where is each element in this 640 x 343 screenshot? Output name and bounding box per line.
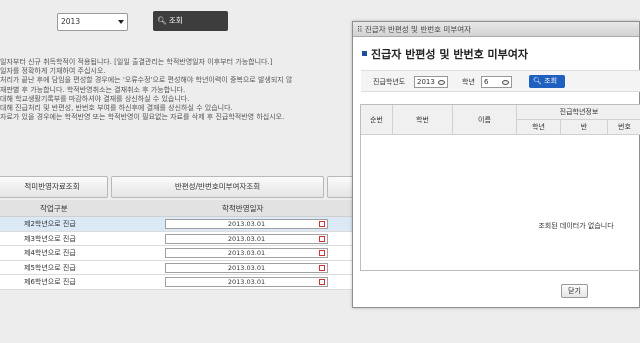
filter-bar: 진급학년도 2013 학년 6 🔍︎ 조회 [361, 70, 640, 92]
popup-window: ⠿ 진급자 반편성 및 반번호 미부여자 진급자 반편성 및 반번호 미부여자 … [352, 21, 640, 308]
column-header-student-id: 학번 [393, 105, 453, 135]
chevron-down-icon [502, 80, 509, 85]
grade-label: 학년 [462, 78, 475, 86]
search-button[interactable]: 🔍︎ 조회 [153, 11, 228, 31]
year-select-value: 2013 [61, 17, 81, 26]
year-select[interactable]: 2013 [414, 76, 448, 88]
year-select-value: 2013 [417, 78, 435, 86]
column-header: 작업구분 [40, 204, 68, 213]
row-label: 제6학년으로 진급 [24, 278, 76, 286]
grade-select-value: 6 [484, 78, 489, 86]
calendar-icon[interactable] [319, 279, 325, 285]
column-header-no: 순번 [361, 105, 393, 135]
notice-line: 대해 학교생활기록부를 마감하셔야 결재를 상신하실 수 있습니다. [0, 94, 190, 103]
column-header-grade: 학년 [517, 120, 561, 135]
calendar-icon[interactable] [319, 264, 325, 271]
tab-class-query[interactable]: 반편성/반번호미부여자조회 [111, 176, 324, 198]
table-header: 작업구분 학적반영일자 [0, 200, 352, 217]
grade-select[interactable]: 6 [481, 76, 512, 88]
table-row[interactable]: 제6학년으로 진급 2013.03.01 [0, 275, 352, 290]
grip-icon: ⠿ [357, 25, 365, 34]
date-value: 2013.03.01 [227, 263, 266, 272]
date-value: 2013.03.01 [227, 234, 266, 243]
row-label: 제2학년으로 진급 [24, 220, 76, 228]
popup-heading-text: 진급자 반편성 및 반번호 미부여자 [371, 48, 528, 61]
year-select[interactable]: 2013 [57, 13, 128, 31]
calendar-icon[interactable] [319, 235, 325, 242]
column-header-name: 이름 [453, 105, 517, 135]
popup-search-label: 조회 [544, 77, 558, 85]
calendar-icon[interactable] [319, 221, 325, 227]
year-label: 진급학년도 [373, 78, 406, 86]
column-header: 학적반영일자 [222, 204, 264, 213]
search-button-label: 조회 [168, 16, 183, 25]
popup-titlebar[interactable]: ⠿ 진급자 반편성 및 반번호 미부여자 [353, 22, 639, 37]
chevron-down-icon [118, 20, 124, 24]
popup-window-title: 진급자 반편성 및 반번호 미부여자 [364, 25, 472, 34]
popup-search-button[interactable]: 🔍︎ 조회 [529, 75, 565, 88]
date-value: 2013.03.01 [227, 249, 266, 257]
notice-text: 일자부터 신규 취득학적이 적용됩니다. [일일 출결관리는 학적반영일자 이후… [0, 58, 360, 122]
column-header-group: 진급학년정보 [517, 105, 640, 120]
date-input[interactable]: 2013.03.01 [165, 248, 328, 258]
notice-line: 재판별 후 가능합니다. 학적반영취소는 결재취소 후 가능합니다. [0, 85, 186, 94]
promotion-table: 작업구분 학적반영일자 제2학년으로 진급 2013.03.01 제3학년으로 … [0, 200, 352, 290]
calendar-icon[interactable] [319, 250, 325, 256]
popup-heading: 진급자 반편성 및 반번호 미부여자 [362, 46, 528, 62]
bullet-icon [362, 51, 367, 56]
column-header-class: 반 [561, 120, 608, 135]
date-input[interactable]: 2013.03.01 [165, 233, 328, 244]
date-input[interactable]: 2013.03.01 [165, 262, 328, 273]
notice-line: 자료가 있을 경우에는 학적반영 또는 학적반영이 필요없는 자료를 삭제 후 … [0, 113, 285, 122]
chevron-down-icon [438, 80, 445, 85]
date-input[interactable]: 2013.03.01 [165, 277, 328, 287]
empty-message: 조회된 데이터가 없습니다 [538, 222, 614, 230]
row-label: 제4학년으로 진급 [24, 249, 76, 257]
table-row[interactable]: 제3학년으로 진급 2013.03.01 [0, 231, 352, 246]
row-label: 제3학년으로 진급 [24, 234, 76, 243]
row-label: 제5학년으로 진급 [24, 263, 76, 272]
date-input[interactable]: 2013.03.01 [165, 219, 328, 229]
notice-line: 대해 진급처리 및 반편성, 반번호 부여를 하신후에 결재를 상신하실 수 있… [0, 104, 233, 113]
search-icon: 🔍︎ [533, 77, 545, 85]
tab-class-label: 반편성/반번호미부여자조회 [174, 182, 261, 191]
close-button-label: 닫기 [568, 287, 581, 295]
notice-line: 처리가 끝난 후에 담임을 편성할 경우에는 '오류수정'으로 편성해야 학년이… [0, 76, 293, 85]
table-row[interactable]: 제2학년으로 진급 2013.03.01 [0, 217, 352, 232]
table-row[interactable]: 제4학년으로 진급 2013.03.01 [0, 246, 352, 261]
tab-reflect-label: 적미반영자료조회 [24, 182, 80, 191]
result-grid: 순번 학번 이름 진급학년정보 학년 반 번호 조회된 데이터가 없습니다 [360, 104, 640, 271]
tab-reflect-query[interactable]: 적미반영자료조회 [0, 176, 108, 198]
date-value: 2013.03.01 [227, 220, 266, 228]
column-header-number: 번호 [608, 120, 640, 135]
notice-line: 일자부터 신규 취득학적이 적용됩니다. [일일 출결관리는 학적반영일자 이후… [0, 58, 273, 66]
search-icon: 🔍︎ [157, 16, 169, 25]
close-button[interactable]: 닫기 [561, 284, 588, 298]
table-row[interactable]: 제5학년으로 진급 2013.03.01 [0, 260, 352, 275]
date-value: 2013.03.01 [227, 278, 266, 286]
